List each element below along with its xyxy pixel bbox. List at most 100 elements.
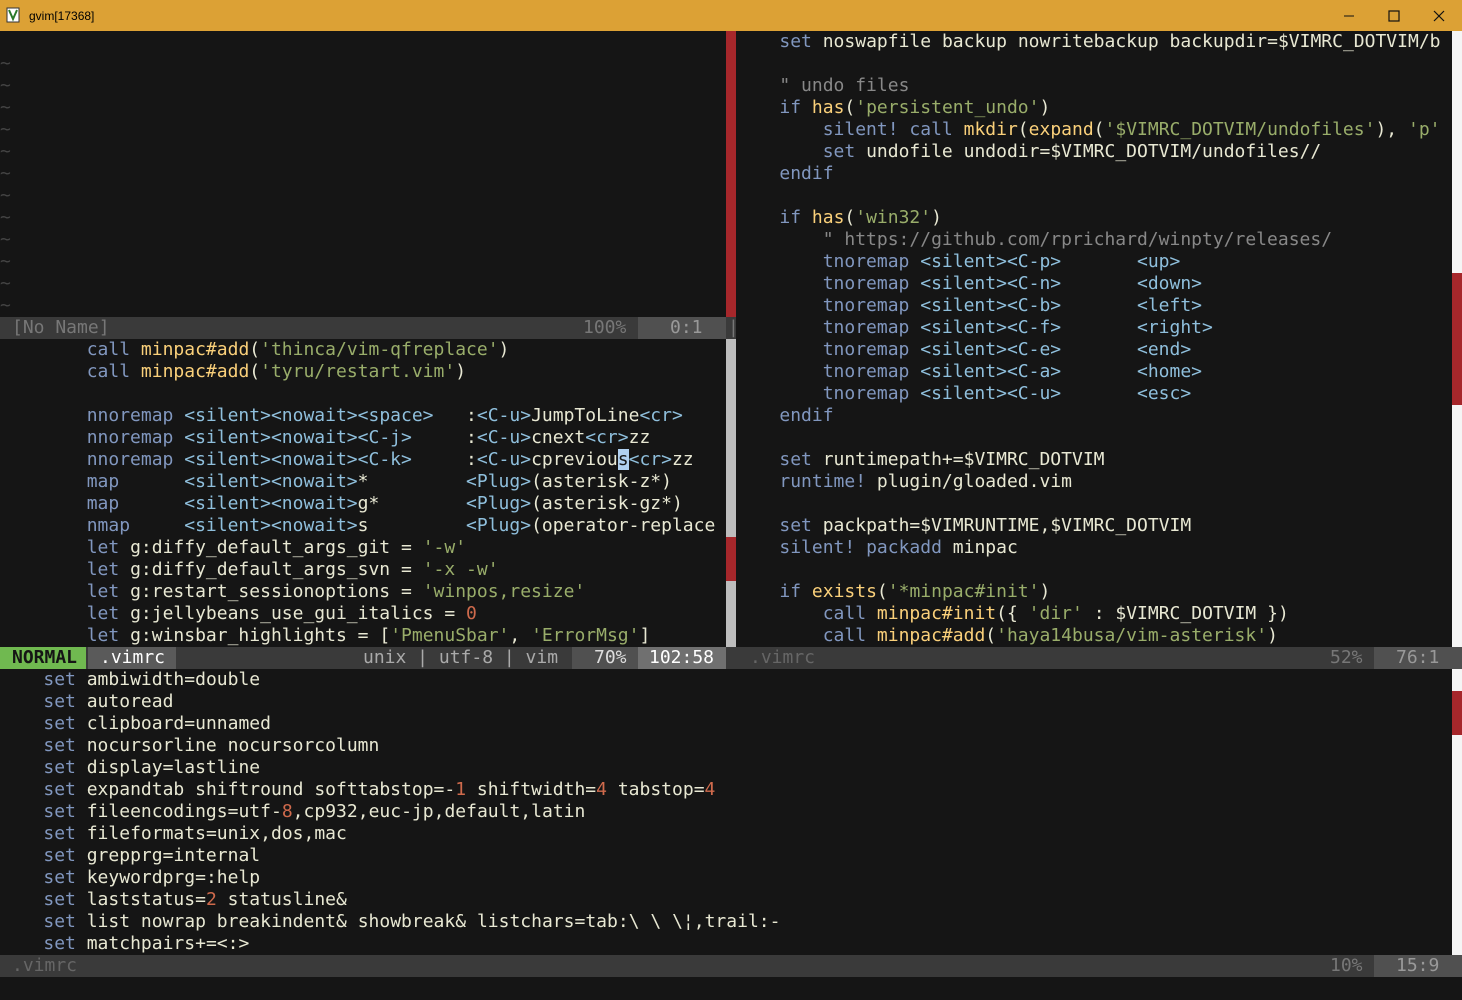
code-line[interactable]: set runtimepath+=$VIMRC_DOTVIM [736, 449, 1452, 471]
status-position: 15:9 [1396, 955, 1440, 976]
code-line[interactable]: let g:winsbar_highlights = ['PmenuSbar',… [0, 625, 726, 647]
empty-line-tilde: ~ [0, 97, 11, 118]
code-line[interactable]: call minpac#init({ 'dir' : $VIMRC_DOTVIM… [736, 603, 1452, 625]
code-line[interactable]: tnoremap <silent><C-a> <home> [736, 361, 1452, 383]
scrollbar-thumb[interactable] [1452, 273, 1462, 405]
code-line[interactable]: if exists('*minpac#init') [736, 581, 1452, 603]
close-button[interactable] [1416, 0, 1462, 31]
code-line[interactable]: tnoremap <silent><C-n> <down> [736, 273, 1452, 295]
code-line[interactable]: set keywordprg=:help [0, 867, 1452, 889]
maximize-button[interactable] [1371, 0, 1417, 31]
empty-line-tilde: ~ [0, 185, 11, 206]
code-line[interactable]: tnoremap <silent><C-u> <esc> [736, 383, 1452, 405]
code-line[interactable]: set nocursorline nocursorcolumn [0, 735, 1452, 757]
scrollbar-thumb[interactable] [726, 537, 736, 581]
status-buffer-name: .vimrc [88, 647, 176, 669]
code-line[interactable] [736, 53, 1452, 75]
code-line[interactable]: call minpac#add('thinca/vim-qfreplace') [0, 339, 726, 361]
statusline-bottom[interactable]: .vimrc 10% 15:9 [0, 955, 1462, 977]
statusline-no-name[interactable]: [No Name] 100% 0:1 | [0, 317, 736, 339]
code-line[interactable]: set list nowrap breakindent& showbreak& … [0, 911, 1452, 933]
code-line[interactable]: let g:diffy_default_args_git = '-w' [0, 537, 726, 559]
empty-line-tilde: ~ [0, 53, 11, 74]
code-line[interactable]: tnoremap <silent><C-f> <right> [736, 317, 1452, 339]
statusline-active[interactable]: NORMAL .vimrc unix | utf-8 | vim 70% 102… [0, 647, 736, 669]
code-line[interactable]: let g:restart_sessionoptions = 'winpos,r… [0, 581, 726, 603]
code-line[interactable]: " https://github.com/rprichard/winpty/re… [736, 229, 1452, 251]
code-line[interactable]: set expandtab shiftround softtabstop=-1 … [0, 779, 1452, 801]
code-line[interactable]: set grepprg=internal [0, 845, 1452, 867]
code-line[interactable]: map <silent><nowait>* <Plug>(asterisk-z*… [0, 471, 726, 493]
code-line[interactable]: set matchpairs+=<:> [0, 933, 1452, 955]
code-line[interactable] [736, 559, 1452, 581]
code-line[interactable]: nmap <silent><nowait>s <Plug>(operator-r… [0, 515, 726, 537]
status-end-mark: | [728, 317, 736, 338]
code-line[interactable]: tnoremap <silent><C-e> <end> [736, 339, 1452, 361]
vimrc-bottom-window[interactable]: set ambiwidth=double set autoread set cl… [0, 669, 1452, 955]
empty-line-tilde: ~ [0, 251, 11, 272]
code-line[interactable]: nnoremap <silent><nowait><space> :<C-u>J… [0, 405, 726, 427]
code-line[interactable]: endif [736, 163, 1452, 185]
scrollbar-thumb[interactable] [726, 31, 736, 317]
code-line[interactable]: set autoread [0, 691, 1452, 713]
close-icon [1433, 10, 1445, 21]
code-line[interactable]: nnoremap <silent><nowait><C-k> :<C-u>cpr… [0, 449, 726, 471]
code-line[interactable]: set clipboard=unnamed [0, 713, 1452, 735]
empty-line-tilde: ~ [0, 141, 11, 162]
code-line[interactable]: set undofile undodir=$VIMRC_DOTVIM/undof… [736, 141, 1452, 163]
bottom-scrollbar[interactable] [1452, 669, 1462, 955]
left-scrollbar[interactable] [726, 31, 736, 317]
gvim-app-icon [6, 7, 20, 23]
code-line[interactable] [736, 185, 1452, 207]
code-line[interactable] [736, 493, 1452, 515]
status-position: 102:58 [649, 647, 715, 668]
vimrc-right-window[interactable]: set noswapfile backup nowritebackup back… [736, 31, 1452, 647]
status-percent: 52% [1330, 647, 1363, 668]
empty-line-tilde: ~ [0, 119, 11, 140]
middle-scrollbar[interactable] [726, 339, 736, 647]
statusline-right[interactable]: .vimrc 52% 76:1 [736, 647, 1462, 669]
code-line[interactable]: silent! call mkdir(expand('$VIMRC_DOTVIM… [736, 119, 1452, 141]
right-scrollbar[interactable] [1452, 31, 1462, 647]
code-line[interactable]: " undo files [736, 75, 1452, 97]
code-line[interactable]: if has('persistent_undo') [736, 97, 1452, 119]
code-line[interactable]: tnoremap <silent><C-b> <left> [736, 295, 1452, 317]
window-title: gvim[17368] [29, 9, 95, 23]
code-line[interactable]: let g:diffy_default_args_svn = '-x -w' [0, 559, 726, 581]
code-line[interactable] [0, 383, 726, 405]
code-line[interactable]: set ambiwidth=double [0, 669, 1452, 691]
status-position: 76:1 [1396, 647, 1440, 668]
empty-buffer-window[interactable]: ~ ~ ~ ~ ~ ~ ~ ~ ~ ~ ~ ~ [0, 31, 726, 317]
code-line[interactable]: set packpath=$VIMRUNTIME,$VIMRC_DOTVIM [736, 515, 1452, 537]
code-line[interactable]: set display=lastline [0, 757, 1452, 779]
code-line[interactable]: set fileencodings=utf-8,cp932,euc-jp,def… [0, 801, 1452, 823]
empty-line-tilde: ~ [0, 207, 11, 228]
code-line[interactable]: set fileformats=unix,dos,mac [0, 823, 1452, 845]
empty-line-tilde: ~ [0, 229, 11, 250]
code-line[interactable]: map <silent><nowait>g* <Plug>(asterisk-g… [0, 493, 726, 515]
minimize-button[interactable] [1326, 0, 1372, 31]
command-line[interactable] [0, 977, 1462, 1000]
code-line[interactable]: set laststatus=2 statusline& [0, 889, 1452, 911]
minimize-icon [1344, 15, 1354, 16]
code-line[interactable]: set noswapfile backup nowritebackup back… [736, 31, 1452, 53]
empty-line-tilde: ~ [0, 273, 11, 294]
code-line[interactable]: tnoremap <silent><C-p> <up> [736, 251, 1452, 273]
maximize-icon [1388, 9, 1400, 22]
text-cursor: s [617, 449, 629, 470]
code-line[interactable]: silent! packadd minpac [736, 537, 1452, 559]
code-line[interactable]: endif [736, 405, 1452, 427]
code-line[interactable] [736, 427, 1452, 449]
vimrc-left-window[interactable]: call minpac#add('thinca/vim-qfreplace') … [0, 339, 726, 647]
empty-line-tilde: ~ [0, 75, 11, 96]
empty-line-tilde: ~ [0, 295, 11, 316]
code-line[interactable]: call minpac#add('tyru/restart.vim') [0, 361, 726, 383]
status-percent: 100% [583, 317, 627, 338]
code-line[interactable]: call minpac#add('haya14busa/vim-asterisk… [736, 625, 1452, 647]
code-line[interactable]: nnoremap <silent><nowait><C-j> :<C-u>cne… [0, 427, 726, 449]
status-buffer-name: .vimrc [750, 647, 816, 668]
code-line[interactable]: if has('win32') [736, 207, 1452, 229]
code-line[interactable]: runtime! plugin/gloaded.vim [736, 471, 1452, 493]
scrollbar-thumb[interactable] [1452, 691, 1462, 735]
code-line[interactable]: let g:jellybeans_use_gui_italics = 0 [0, 603, 726, 625]
